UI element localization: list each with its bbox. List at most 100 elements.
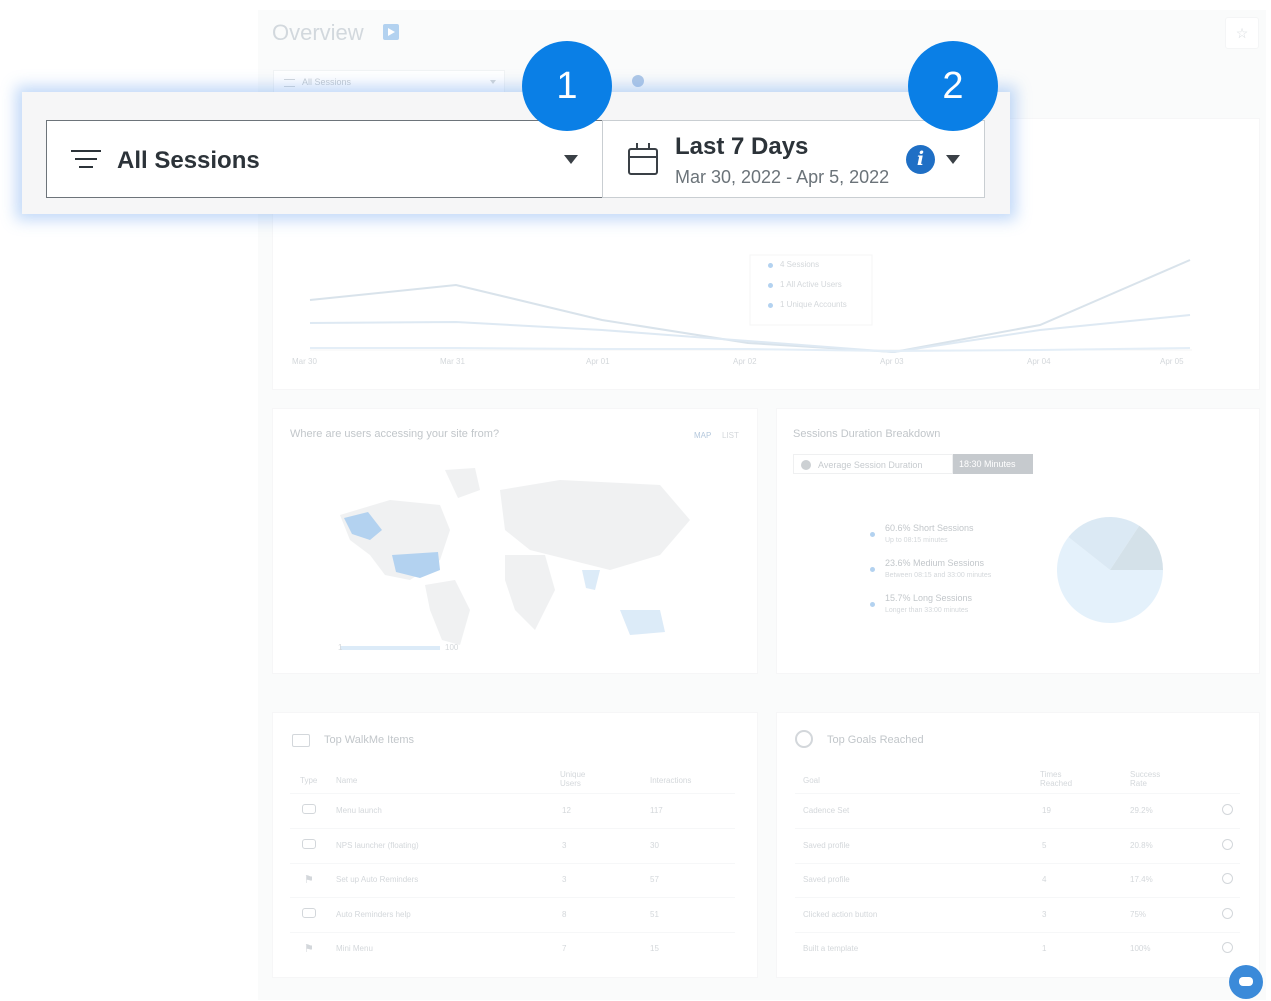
goal-name: Built a template xyxy=(803,944,859,953)
legend-entry: 1 Unique Accounts xyxy=(780,300,847,309)
goal-rate: 100% xyxy=(1130,944,1151,953)
map-card-title: Where are users accessing your site from… xyxy=(290,428,500,440)
segment-filter-label: All Sessions xyxy=(117,147,260,174)
filter-icon xyxy=(71,150,101,170)
launcher-icon xyxy=(302,908,316,918)
legend-dot xyxy=(870,567,875,572)
legend-dot xyxy=(768,263,773,268)
walkme-items-icon xyxy=(292,734,310,747)
column-header: Unique Users xyxy=(560,770,586,788)
filter-icon xyxy=(284,79,295,87)
column-header: Type xyxy=(300,776,318,785)
item-users: 8 xyxy=(562,910,567,919)
segment-filter-dropdown-zoomed[interactable]: All Sessions xyxy=(46,120,603,198)
step-badge-1: 1 xyxy=(522,41,612,131)
item-name: Set up Auto Reminders xyxy=(336,875,419,884)
date-range-dates: Mar 30, 2022 - Apr 5, 2022 xyxy=(675,167,890,187)
duration-card-title: Sessions Duration Breakdown xyxy=(793,428,941,440)
info-icon[interactable] xyxy=(632,75,644,87)
average-duration-value: 18:30 Minutes xyxy=(953,454,1033,474)
legend-entry: 1 All Active Users xyxy=(780,280,842,289)
legend-dot xyxy=(870,532,875,537)
legend-entry: 4 Sessions xyxy=(780,260,820,269)
tab-map[interactable]: MAP xyxy=(694,431,711,440)
date-range-picker[interactable]: Last 7 Days Mar 30, 2022 - Apr 5, 2022 i xyxy=(602,120,985,198)
target-icon xyxy=(795,730,813,748)
info-icon[interactable] xyxy=(1222,804,1233,815)
item-users: 3 xyxy=(562,875,567,884)
column-header: Success Rate xyxy=(1130,770,1161,788)
item-users: 7 xyxy=(562,944,567,953)
x-tick-label: Apr 04 xyxy=(1027,357,1051,366)
duration-item-label: 23.6% Medium Sessions xyxy=(885,558,985,568)
goals-title: Top Goals Reached xyxy=(827,734,924,746)
duration-item-label: 15.7% Long Sessions xyxy=(885,593,973,603)
info-icon[interactable] xyxy=(1222,873,1233,884)
x-tick-label: Apr 03 xyxy=(880,357,904,366)
x-tick-label: Mar 31 xyxy=(440,357,465,366)
legend-dot xyxy=(870,602,875,607)
sessions-line-chart xyxy=(309,254,1192,354)
item-interactions: 57 xyxy=(650,875,659,884)
goal-rate: 75% xyxy=(1130,910,1147,919)
item-interactions: 30 xyxy=(650,841,659,850)
map-scale-min: 1 xyxy=(338,643,343,652)
chevron-down-icon[interactable] xyxy=(946,155,960,164)
goal-times: 5 xyxy=(1042,841,1047,850)
item-users: 3 xyxy=(562,841,567,850)
column-header: Times Reached xyxy=(1040,770,1073,788)
world-map xyxy=(340,468,690,650)
highlighted-region xyxy=(582,570,600,590)
info-icon[interactable] xyxy=(1222,839,1233,850)
column-header: Name xyxy=(336,776,358,785)
item-interactions: 51 xyxy=(650,910,659,919)
duration-card xyxy=(776,408,1260,674)
item-users: 12 xyxy=(562,806,571,815)
goal-times: 4 xyxy=(1042,875,1047,884)
average-duration-label: Average Session Duration xyxy=(793,454,953,474)
item-name: Menu launch xyxy=(336,806,382,815)
chevron-down-icon[interactable] xyxy=(564,155,578,164)
item-name: Auto Reminders help xyxy=(336,910,411,919)
flow-icon: ⚑ xyxy=(304,943,314,955)
video-icon[interactable] xyxy=(383,24,399,40)
launcher-icon xyxy=(302,804,316,814)
goal-rate: 20.8% xyxy=(1130,841,1153,850)
segment-filter-dropdown[interactable]: All Sessions xyxy=(273,70,505,94)
legend-dot xyxy=(768,283,773,288)
duration-item-sub: Up to 08:15 minutes xyxy=(885,537,948,544)
x-tick-label: Apr 01 xyxy=(586,357,610,366)
duration-item-label: 60.6% Short Sessions xyxy=(885,523,974,533)
chat-icon[interactable] xyxy=(1229,965,1263,999)
goal-times: 3 xyxy=(1042,910,1047,919)
goal-times: 19 xyxy=(1042,806,1051,815)
tab-list[interactable]: LIST xyxy=(722,431,739,440)
goal-rate: 17.4% xyxy=(1130,875,1153,884)
x-tick-label: Mar 30 xyxy=(292,357,317,366)
column-header: Goal xyxy=(803,776,820,785)
average-duration-text: Average Session Duration xyxy=(818,460,923,470)
info-icon[interactable] xyxy=(1222,908,1233,919)
legend-dot xyxy=(768,303,773,308)
x-tick-label: Apr 02 xyxy=(733,357,757,366)
walkme-items-title: Top WalkMe Items xyxy=(324,734,415,746)
segment-filter-label: All Sessions xyxy=(302,77,352,87)
duration-pie-chart xyxy=(1057,517,1163,623)
column-header: Interactions xyxy=(650,776,692,785)
goal-name: Clicked action button xyxy=(803,910,878,919)
calendar-icon xyxy=(628,143,658,175)
duration-item-sub: Longer than 33:00 minutes xyxy=(885,607,969,614)
step-badge-2: 2 xyxy=(908,41,998,131)
goal-name: Cadence Set xyxy=(803,806,850,815)
x-tick-label: Apr 05 xyxy=(1160,357,1184,366)
duration-item-sub: Between 08:15 and 33:00 minutes xyxy=(885,572,992,579)
goal-name: Saved profile xyxy=(803,875,850,884)
info-icon[interactable]: i xyxy=(906,145,935,174)
flow-icon: ⚑ xyxy=(304,874,314,886)
map-scale-max: 100 xyxy=(445,643,459,652)
star-icon[interactable]: ☆ xyxy=(1225,17,1259,49)
info-icon[interactable] xyxy=(1222,942,1233,953)
item-name: Mini Menu xyxy=(336,944,373,953)
highlighted-region xyxy=(620,610,665,635)
launcher-icon xyxy=(302,839,316,849)
